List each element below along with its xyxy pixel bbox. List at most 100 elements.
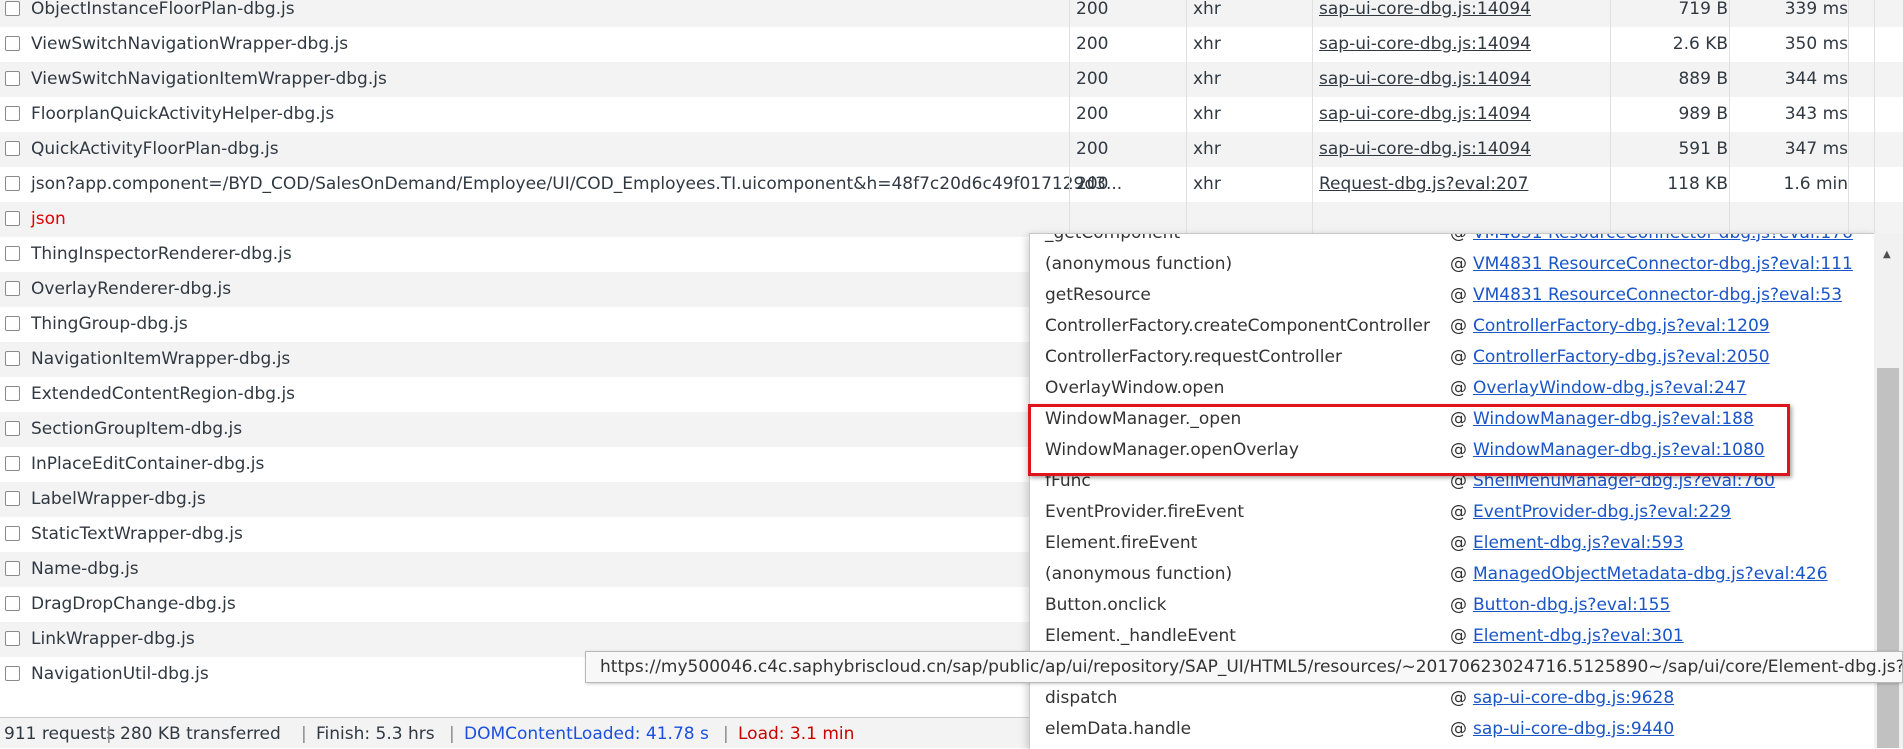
row-checkbox[interactable] [5, 211, 20, 226]
table-row[interactable]: json?app.component=/BYD_COD/SalesOnDeman… [0, 167, 1903, 202]
request-status: 200 [1076, 69, 1109, 89]
request-status: 200 [1076, 104, 1109, 124]
separator: | [106, 724, 112, 744]
table-row[interactable]: ObjectInstanceFloorPlan-dbg.js 200 xhr sap-… [0, 0, 1903, 27]
frame-function-name: OverlayWindow.open [1045, 378, 1225, 398]
request-name[interactable]: SectionGroupItem-dbg.js [31, 419, 242, 439]
frame-source-link[interactable]: ControllerFactory-dbg.js?eval:2050 [1473, 347, 1770, 367]
url-tooltip: https://my500046.c4c.saphybriscloud.cn/s… [585, 651, 1903, 683]
row-checkbox[interactable] [5, 176, 20, 191]
request-name[interactable]: ThingGroup-dbg.js [31, 314, 188, 334]
call-stack-frame: EventProvider.fireEvent @ EventProvider-db… [1030, 497, 1875, 528]
request-name[interactable]: Name-dbg.js [31, 559, 139, 579]
row-checkbox[interactable] [5, 631, 20, 646]
table-row[interactable]: FloorplanQuickActivityHelper-dbg.js 200 xh… [0, 97, 1903, 132]
frame-source-link[interactable]: ManagedObjectMetadata-dbg.js?eval:426 [1473, 564, 1828, 584]
scroll-up-arrow-icon[interactable]: ▲ [1883, 249, 1891, 260]
call-stack-frame: _getComponent @ VM4831 ResourceConnector-d… [1030, 233, 1875, 249]
frame-source-link[interactable]: sap-ui-core-dbg.js:9628 [1473, 688, 1674, 708]
row-checkbox[interactable] [5, 491, 20, 506]
frame-at-symbol: @ [1450, 564, 1467, 584]
request-initiator-link[interactable]: sap-ui-core-dbg.js:14094 [1319, 34, 1531, 54]
frame-source-link[interactable]: OverlayWindow-dbg.js?eval:247 [1473, 378, 1746, 398]
call-stack-frame: dispatch @ sap-ui-core-dbg.js:9628 [1030, 683, 1875, 714]
request-initiator-link[interactable]: sap-ui-core-dbg.js:14094 [1319, 104, 1531, 124]
frame-at-symbol: @ [1450, 719, 1467, 739]
call-stack-frame: ControllerFactory.requestController @ Cont… [1030, 342, 1875, 373]
table-row[interactable]: ViewSwitchNavigationItemWrapper-dbg.js 20… [0, 62, 1903, 97]
request-name[interactable]: json?app.component=/BYD_COD/SalesOnDeman… [31, 174, 1122, 194]
request-name[interactable]: LabelWrapper-dbg.js [31, 489, 206, 509]
tooltip-url-text: https://my500046.c4c.saphybriscloud.cn/s… [600, 657, 1903, 677]
frame-function-name: Element.fireEvent [1045, 533, 1198, 553]
request-initiator-link[interactable]: Request-dbg.js?eval:207 [1319, 174, 1528, 194]
request-name[interactable]: NavigationItemWrapper-dbg.js [31, 349, 290, 369]
call-stack-frame: getResource @ VM4831 ResourceConnector-dbg… [1030, 280, 1875, 311]
call-stack-frame: elemData.handle @ sap-ui-core-dbg.js:9440 [1030, 714, 1875, 745]
request-size: 719 B [1678, 0, 1728, 19]
frame-source-link[interactable]: Element-dbg.js?eval:301 [1473, 626, 1684, 646]
separator: | [449, 724, 455, 744]
row-checkbox[interactable] [5, 456, 20, 471]
row-checkbox[interactable] [5, 1, 20, 16]
row-checkbox[interactable] [5, 71, 20, 86]
dom-content-loaded-time: DOMContentLoaded: 41.78 s [464, 724, 709, 744]
frame-at-symbol: @ [1450, 316, 1467, 336]
row-checkbox[interactable] [5, 386, 20, 401]
call-stack-frame: (anonymous function) @ ManagedObjectMetada… [1030, 559, 1875, 590]
row-checkbox[interactable] [5, 246, 20, 261]
call-stack-frame: OverlayWindow.open @ OverlayWindow-dbg.js?… [1030, 373, 1875, 404]
request-name[interactable]: ThingInspectorRenderer-dbg.js [31, 244, 292, 264]
request-name[interactable]: OverlayRenderer-dbg.js [31, 279, 231, 299]
row-checkbox[interactable] [5, 526, 20, 541]
table-row[interactable]: ViewSwitchNavigationWrapper-dbg.js 200 xhr… [0, 27, 1903, 62]
row-checkbox[interactable] [5, 36, 20, 51]
row-checkbox[interactable] [5, 281, 20, 296]
request-name[interactable]: ViewSwitchNavigationItemWrapper-dbg.js [31, 69, 387, 89]
request-name[interactable]: ViewSwitchNavigationWrapper-dbg.js [31, 34, 348, 54]
scrollbar-thumb[interactable] [1877, 368, 1899, 748]
request-time: 339 ms [1784, 0, 1848, 19]
frame-function-name: (anonymous function) [1045, 254, 1233, 274]
row-checkbox[interactable] [5, 666, 20, 681]
request-name[interactable]: ExtendedContentRegion-dbg.js [31, 384, 295, 404]
frame-at-symbol: @ [1450, 626, 1467, 646]
request-name[interactable]: InPlaceEditContainer-dbg.js [31, 454, 264, 474]
request-initiator-link[interactable]: sap-ui-core-dbg.js:14094 [1319, 69, 1531, 89]
frame-source-link[interactable]: Button-dbg.js?eval:155 [1473, 595, 1670, 615]
table-row[interactable]: QuickActivityFloorPlan-dbg.js 200 xhr sap-u… [0, 132, 1903, 167]
row-checkbox[interactable] [5, 141, 20, 156]
frame-function-name: _getComponent [1045, 233, 1181, 243]
frame-at-symbol: @ [1450, 502, 1467, 522]
row-checkbox[interactable] [5, 351, 20, 366]
row-checkbox[interactable] [5, 421, 20, 436]
row-checkbox[interactable] [5, 596, 20, 611]
request-name[interactable]: ObjectInstanceFloorPlan-dbg.js [31, 0, 295, 19]
call-stack-frame: ControllerFactory.createComponentControl… [1030, 311, 1875, 342]
frame-source-link[interactable]: VM4831 ResourceConnector-dbg.js?eval:111 [1473, 254, 1853, 274]
request-name[interactable]: StaticTextWrapper-dbg.js [31, 524, 243, 544]
row-checkbox[interactable] [5, 561, 20, 576]
request-status: 200 [1076, 0, 1109, 19]
request-time: 347 ms [1784, 139, 1848, 159]
frame-source-link[interactable]: sap-ui-core-dbg.js:9440 [1473, 719, 1674, 739]
frame-source-link[interactable]: VM4831 ResourceConnector-dbg.js?eval:176 [1473, 234, 1853, 243]
request-initiator-link[interactable]: sap-ui-core-dbg.js:14094 [1319, 139, 1531, 159]
request-name[interactable]: DragDropChange-dbg.js [31, 594, 236, 614]
row-checkbox[interactable] [5, 316, 20, 331]
request-size: 591 B [1678, 139, 1728, 159]
request-type: xhr [1193, 104, 1221, 124]
request-name[interactable]: json [31, 209, 66, 229]
request-name[interactable]: NavigationUtil-dbg.js [31, 664, 209, 684]
frame-source-link[interactable]: VM4831 ResourceConnector-dbg.js?eval:53 [1473, 285, 1842, 305]
request-initiator-link[interactable]: sap-ui-core-dbg.js:14094 [1319, 0, 1531, 19]
request-size: 118 KB [1667, 174, 1728, 194]
request-name[interactable]: LinkWrapper-dbg.js [31, 629, 195, 649]
frame-source-link[interactable]: EventProvider-dbg.js?eval:229 [1473, 502, 1731, 522]
frame-source-link[interactable]: Element-dbg.js?eval:593 [1473, 533, 1684, 553]
table-row[interactable]: json [0, 202, 1903, 237]
row-checkbox[interactable] [5, 106, 20, 121]
frame-source-link[interactable]: ControllerFactory-dbg.js?eval:1209 [1473, 316, 1770, 336]
request-name[interactable]: FloorplanQuickActivityHelper-dbg.js [31, 104, 334, 124]
request-name[interactable]: QuickActivityFloorPlan-dbg.js [31, 139, 279, 159]
